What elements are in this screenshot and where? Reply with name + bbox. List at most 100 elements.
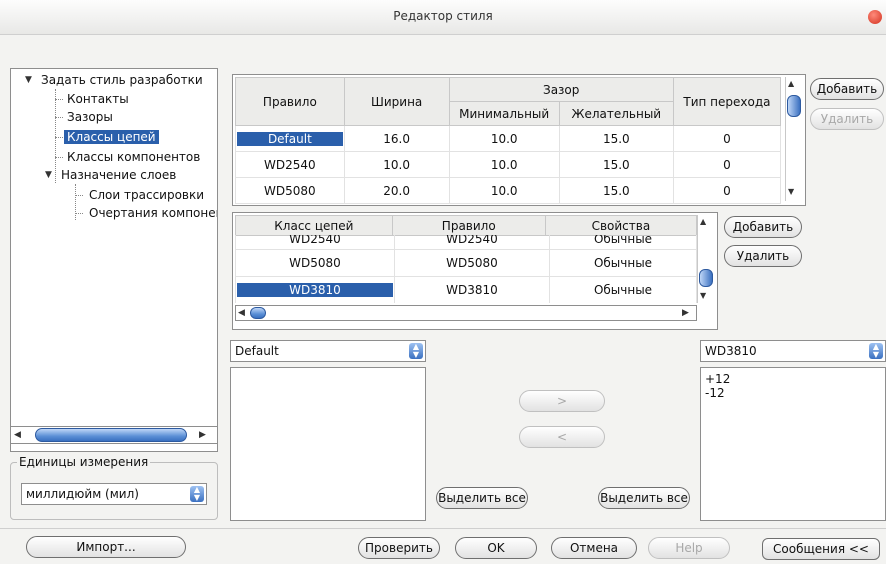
dropdown-arrow-icon: ▲ ▼ (190, 486, 204, 502)
select-all-left-button[interactable]: Выделить все (436, 487, 528, 509)
col-gap[interactable]: Зазор (448, 77, 674, 102)
ok-button[interactable]: OK (455, 537, 537, 559)
tree-node-root[interactable]: Задать стиль разработки (41, 73, 203, 87)
cell-pref: 15.0 (558, 125, 674, 152)
messages-toggle-button[interactable]: Сообщения << (762, 538, 880, 560)
units-value: миллидюйм (мил) (26, 487, 139, 501)
remove-rule-button[interactable]: Удалить (810, 108, 884, 130)
remove-class-button[interactable]: Удалить (724, 245, 802, 267)
tree-item-gaps[interactable]: Зазоры (67, 110, 113, 124)
scroll-left-icon[interactable]: ◀ (238, 306, 245, 320)
scroll-up-icon[interactable]: ▲ (700, 217, 706, 226)
net-class-horizontal-scrollbar[interactable]: ◀ ▶ (235, 305, 697, 321)
cell-width: 20.0 (343, 177, 450, 204)
cancel-button[interactable]: Отмена (551, 537, 637, 559)
units-select[interactable]: миллидюйм (мил) ▲ ▼ (21, 483, 207, 505)
scroll-left-icon[interactable]: ◀ (14, 428, 21, 442)
style-editor-window: Редактор стиля ▼ Задать стиль разработки… (0, 0, 886, 564)
cell-net-class: WD3810 (237, 283, 393, 297)
footer-divider (0, 528, 886, 529)
cell-min: 10.0 (448, 177, 560, 204)
scroll-thumb[interactable] (35, 428, 187, 442)
col-min[interactable]: Минимальный (448, 101, 560, 126)
window-title: Редактор стиля (393, 9, 493, 23)
tree-item-net-classes[interactable]: Классы цепей (64, 130, 159, 144)
add-class-button[interactable]: Добавить (724, 216, 802, 238)
cell-pref: 15.0 (558, 151, 674, 178)
net-class-table-frame: Класс цепей Правило Свойства WD2540 WD25… (232, 212, 718, 330)
assigned-nets-list[interactable]: +12 -12 (700, 367, 886, 521)
rules-vertical-scrollbar[interactable]: ▲ ▼ (785, 77, 801, 201)
help-button[interactable]: Help (648, 537, 730, 559)
cell-net-class: WD5080 (235, 249, 395, 277)
cell-via: 0 (672, 125, 782, 152)
units-group: Единицы измерения миллидюйм (мил) ▲ ▼ (10, 455, 218, 520)
list-item[interactable]: +12 (705, 372, 730, 386)
table-row[interactable]: WD3810 WD3810 Обычные (235, 276, 697, 303)
col-width[interactable]: Ширина (343, 77, 450, 126)
left-rule-select[interactable]: Default ▲ ▼ (230, 340, 426, 362)
dropdown-arrow-icon: ▲ ▼ (409, 343, 423, 359)
net-class-rows: WD2540 WD2540 Обычные WD5080 WD5080 Обыч… (235, 235, 697, 303)
table-row[interactable]: WD2540 10.0 10.0 15.0 0 (235, 151, 782, 178)
cell-net-class: WD2540 (235, 235, 395, 250)
right-class-select[interactable]: WD3810 ▲ ▼ (700, 340, 886, 362)
select-all-right-button[interactable]: Выделить все (598, 487, 690, 509)
table-row[interactable]: Default 16.0 10.0 15.0 0 (235, 125, 782, 152)
net-class-table: Класс цепей Правило Свойства (235, 215, 697, 236)
tree-item-component-classes[interactable]: Классы компонентов (67, 150, 200, 164)
dropdown-arrow-icon: ▲ ▼ (869, 343, 883, 359)
cell-rule: WD5080 (394, 249, 550, 277)
style-tree: ▼ Задать стиль разработки Контакты Зазор… (10, 68, 218, 452)
cell-rule: WD3810 (394, 276, 550, 303)
title-bar: Редактор стиля (0, 0, 886, 35)
col-pref[interactable]: Желательный (558, 101, 674, 126)
cell-via: 0 (672, 177, 782, 204)
cell-width: 16.0 (343, 125, 450, 152)
close-icon[interactable] (868, 10, 882, 24)
col-net-class[interactable]: Класс цепей (235, 215, 393, 236)
tree-item-routing-layers[interactable]: Слои трассировки (89, 188, 204, 202)
net-class-vertical-scrollbar[interactable]: ▲ ▼ (697, 215, 713, 303)
cell-via: 0 (672, 151, 782, 178)
cell-rule: Default (237, 131, 343, 146)
right-class-value: WD3810 (705, 344, 757, 358)
left-rule-value: Default (235, 344, 279, 358)
scroll-down-icon[interactable]: ▼ (700, 291, 706, 300)
scroll-down-icon[interactable]: ▼ (788, 187, 794, 196)
scroll-thumb[interactable] (699, 269, 713, 287)
cell-width: 10.0 (343, 151, 450, 178)
add-rule-button[interactable]: Добавить (810, 78, 884, 100)
table-row[interactable]: WD5080 WD5080 Обычные (235, 249, 697, 277)
scroll-right-icon[interactable]: ▶ (199, 428, 206, 442)
scroll-up-icon[interactable]: ▲ (788, 79, 794, 88)
cell-min: 10.0 (448, 125, 560, 152)
move-right-button[interactable]: > (519, 390, 605, 412)
col-rule[interactable]: Правило (235, 77, 345, 126)
scroll-thumb[interactable] (250, 307, 266, 319)
cell-rule: WD5080 (235, 177, 345, 204)
check-button[interactable]: Проверить (358, 537, 440, 559)
import-button[interactable]: Импорт... (26, 536, 186, 558)
tree-horizontal-scrollbar[interactable]: ◀ ▶ (10, 426, 218, 444)
scroll-thumb[interactable] (787, 95, 801, 117)
rules-table: Правило Ширина Зазор Тип перехода Минима… (235, 77, 782, 204)
list-item[interactable]: -12 (705, 386, 725, 400)
cell-rule: WD2540 (394, 235, 550, 250)
col-properties[interactable]: Свойства (544, 215, 697, 236)
scroll-right-icon[interactable]: ▶ (682, 306, 689, 320)
rules-table-frame: Правило Ширина Зазор Тип перехода Минима… (232, 74, 806, 206)
cell-rule: WD2540 (235, 151, 345, 178)
move-left-button[interactable]: < (519, 426, 605, 448)
tree-item-component-outlines[interactable]: Очертания компонен (89, 206, 217, 220)
col-via-type[interactable]: Тип перехода (672, 77, 782, 126)
expand-arrow-icon[interactable]: ▼ (25, 75, 32, 85)
tree-node-layers[interactable]: Назначение слоев (61, 168, 176, 182)
col-rule[interactable]: Правило (391, 215, 546, 236)
table-row[interactable]: WD2540 WD2540 Обычные (235, 235, 697, 250)
tree-item-contacts[interactable]: Контакты (67, 92, 129, 106)
table-row[interactable]: WD5080 20.0 10.0 15.0 0 (235, 177, 782, 204)
cell-min: 10.0 (448, 151, 560, 178)
expand-arrow-icon[interactable]: ▼ (45, 170, 52, 180)
available-nets-list[interactable] (230, 367, 426, 521)
